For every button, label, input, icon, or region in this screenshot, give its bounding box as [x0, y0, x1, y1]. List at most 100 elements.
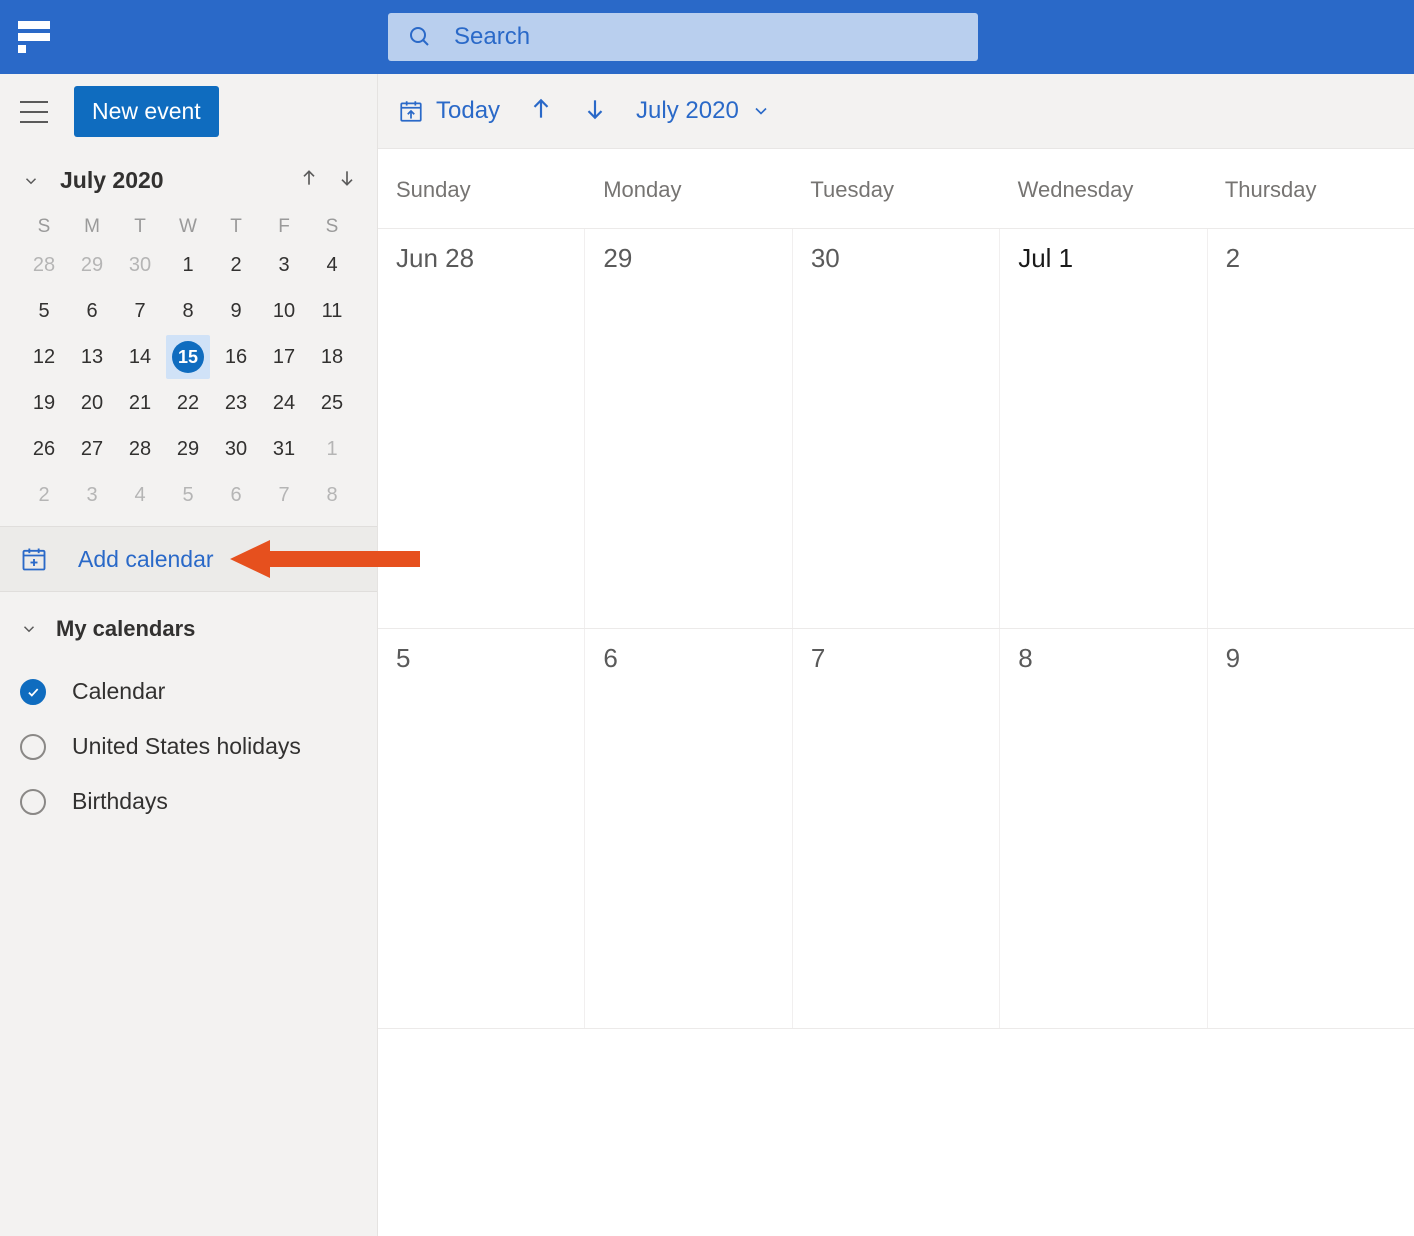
- mini-day[interactable]: 1: [164, 242, 212, 288]
- mini-day[interactable]: 6: [212, 472, 260, 518]
- today-button[interactable]: Today: [398, 97, 500, 125]
- mini-calendar-collapse-icon[interactable]: [20, 170, 42, 192]
- mini-day[interactable]: 3: [260, 242, 308, 288]
- calendar-toggle-icon[interactable]: [20, 789, 46, 815]
- mini-day[interactable]: 28: [20, 242, 68, 288]
- search-box[interactable]: [388, 13, 978, 61]
- mini-day[interactable]: 6: [68, 288, 116, 334]
- day-cell[interactable]: 30: [793, 229, 1000, 628]
- mini-dow: M: [68, 212, 116, 242]
- calendar-list-label: Birthdays: [72, 788, 168, 815]
- mini-day[interactable]: 27: [68, 426, 116, 472]
- day-cell[interactable]: 6: [585, 629, 792, 1028]
- weekday-header: Tuesday: [792, 149, 999, 228]
- new-event-button[interactable]: New event: [74, 86, 219, 137]
- mini-day[interactable]: 4: [116, 472, 164, 518]
- sidebar-top-row: New event: [0, 74, 377, 149]
- mini-day[interactable]: 4: [308, 242, 356, 288]
- month-picker-label: July 2020: [636, 97, 739, 125]
- mini-day[interactable]: 3: [68, 472, 116, 518]
- prev-period-button[interactable]: [528, 96, 554, 127]
- mini-day[interactable]: 28: [116, 426, 164, 472]
- mini-calendar-next-icon[interactable]: [337, 168, 357, 193]
- day-cell[interactable]: Jul 1: [1000, 229, 1207, 628]
- my-calendars-toggle[interactable]: My calendars: [20, 616, 357, 642]
- mini-day[interactable]: 30: [212, 426, 260, 472]
- search-input[interactable]: [454, 23, 958, 51]
- mini-day[interactable]: 24: [260, 380, 308, 426]
- mini-day[interactable]: 10: [260, 288, 308, 334]
- day-cell[interactable]: 5: [378, 629, 585, 1028]
- mini-day[interactable]: 8: [308, 472, 356, 518]
- app-launcher-icon[interactable]: [18, 21, 50, 53]
- calendar-add-icon: [20, 545, 48, 573]
- calendar-list-item[interactable]: Calendar: [20, 664, 357, 719]
- mini-calendar-prev-icon[interactable]: [299, 168, 319, 193]
- mini-dow: F: [260, 212, 308, 242]
- mini-day[interactable]: 18: [308, 334, 356, 380]
- search-icon: [408, 25, 432, 49]
- next-period-button[interactable]: [582, 96, 608, 127]
- mini-day[interactable]: 17: [260, 334, 308, 380]
- mini-day[interactable]: 1: [308, 426, 356, 472]
- mini-day[interactable]: 15: [164, 334, 212, 380]
- main-area: Today July 2020 SundayMondayTuesdayWedne…: [378, 74, 1414, 1236]
- day-cell[interactable]: 9: [1208, 629, 1414, 1028]
- mini-day[interactable]: 5: [164, 472, 212, 518]
- weekday-header: Thursday: [1207, 149, 1414, 228]
- mini-calendar-title: July 2020: [60, 167, 299, 194]
- mini-day[interactable]: 9: [212, 288, 260, 334]
- mini-day[interactable]: 11: [308, 288, 356, 334]
- mini-calendar: July 2020 SMTWTFS28293012345678910111213…: [0, 149, 377, 526]
- mini-day[interactable]: 31: [260, 426, 308, 472]
- mini-day[interactable]: 2: [20, 472, 68, 518]
- today-label: Today: [436, 97, 500, 125]
- mini-day[interactable]: 7: [260, 472, 308, 518]
- mini-day[interactable]: 23: [212, 380, 260, 426]
- weekday-header: Wednesday: [1000, 149, 1207, 228]
- mini-day[interactable]: 20: [68, 380, 116, 426]
- mini-dow: S: [308, 212, 356, 242]
- mini-dow: W: [164, 212, 212, 242]
- mini-day[interactable]: 22: [164, 380, 212, 426]
- mini-day[interactable]: 29: [164, 426, 212, 472]
- day-cell[interactable]: 8: [1000, 629, 1207, 1028]
- calendar-toggle-icon[interactable]: [20, 679, 46, 705]
- my-calendars-section: My calendars Calendar United States holid…: [0, 592, 377, 853]
- day-cell[interactable]: Jun 28: [378, 229, 585, 628]
- mini-dow: S: [20, 212, 68, 242]
- mini-day[interactable]: 30: [116, 242, 164, 288]
- chevron-down-icon: [20, 620, 38, 638]
- mini-day[interactable]: 8: [164, 288, 212, 334]
- weekday-header: Monday: [585, 149, 792, 228]
- mini-day[interactable]: 2: [212, 242, 260, 288]
- mini-dow: T: [116, 212, 164, 242]
- weekday-header: Sunday: [378, 149, 585, 228]
- mini-day[interactable]: 14: [116, 334, 164, 380]
- mini-day[interactable]: 26: [20, 426, 68, 472]
- calendar-toolbar: Today July 2020: [378, 74, 1414, 148]
- arrow-down-icon: [582, 96, 608, 122]
- mini-day[interactable]: 25: [308, 380, 356, 426]
- month-picker-button[interactable]: July 2020: [636, 97, 771, 125]
- hamburger-icon[interactable]: [20, 101, 48, 123]
- mini-day[interactable]: 19: [20, 380, 68, 426]
- mini-day[interactable]: 29: [68, 242, 116, 288]
- calendar-list-item[interactable]: United States holidays: [20, 719, 357, 774]
- add-calendar-button[interactable]: Add calendar: [0, 526, 377, 592]
- sidebar: New event July 2020 SMTWTFS2829301234567…: [0, 74, 378, 1236]
- mini-day[interactable]: 21: [116, 380, 164, 426]
- mini-day[interactable]: 13: [68, 334, 116, 380]
- mini-day[interactable]: 16: [212, 334, 260, 380]
- my-calendars-title: My calendars: [56, 616, 195, 642]
- calendar-list-label: United States holidays: [72, 733, 301, 760]
- calendar-list-item[interactable]: Birthdays: [20, 774, 357, 829]
- day-cell[interactable]: 29: [585, 229, 792, 628]
- day-cell[interactable]: 7: [793, 629, 1000, 1028]
- mini-day[interactable]: 12: [20, 334, 68, 380]
- calendar-today-icon: [398, 98, 424, 124]
- calendar-toggle-icon[interactable]: [20, 734, 46, 760]
- day-cell[interactable]: 2: [1208, 229, 1414, 628]
- mini-day[interactable]: 7: [116, 288, 164, 334]
- mini-day[interactable]: 5: [20, 288, 68, 334]
